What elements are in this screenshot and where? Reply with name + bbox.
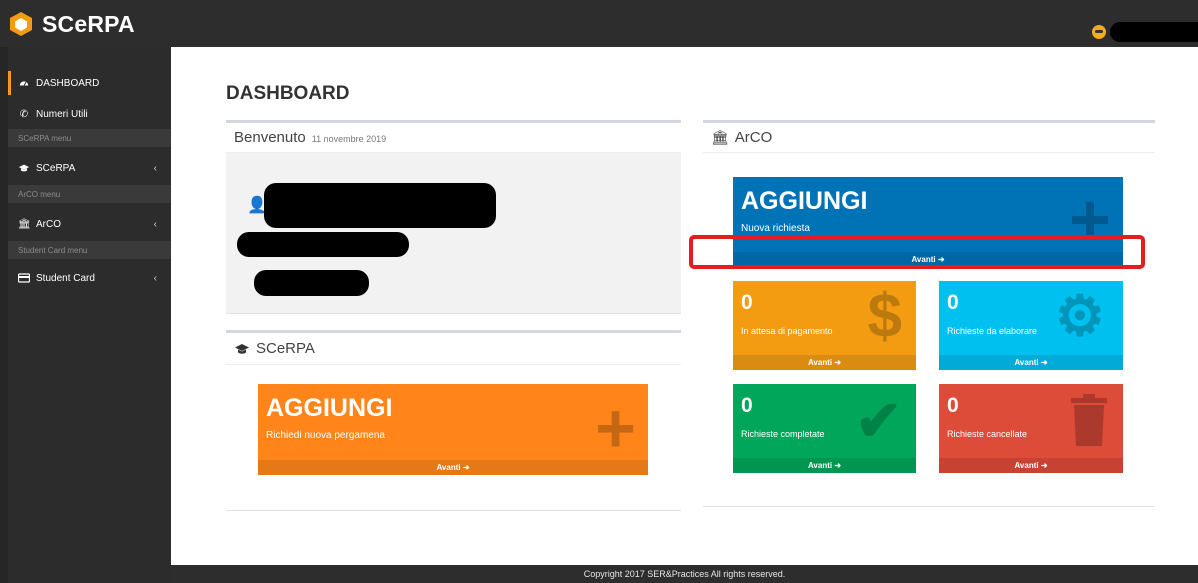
chevron-left-icon: ‹	[153, 162, 157, 174]
panel-divider	[703, 506, 1155, 507]
check-icon: ✔	[855, 389, 902, 452]
scerpa-panel: SCeRPA + AGGIUNGI Richiedi nuova pergame…	[226, 330, 681, 511]
page-title: DASHBOARD	[226, 83, 350, 104]
gears-icon: ⚙	[1054, 284, 1105, 347]
dashboard-icon	[19, 81, 29, 86]
sidebar-item-label: Numeri Utili	[36, 108, 88, 120]
brand-logo-icon	[10, 12, 32, 36]
arco-add-tile[interactable]: + AGGIUNGI Nuova richiesta Avanti ➜	[733, 177, 1123, 267]
welcome-panel-header: Benvenuto 11 novembre 2019	[226, 123, 681, 153]
chevron-left-icon: ‹	[153, 218, 157, 230]
tile-title: AGGIUNGI	[741, 187, 868, 215]
sidebar-item-dashboard[interactable]: DASHBOARD	[8, 71, 171, 95]
welcome-date: 11 novembre 2019	[311, 134, 387, 144]
plus-icon: +	[595, 389, 636, 467]
sidebar-header-scerpa: SCeRPA menu	[8, 129, 171, 147]
institution-icon: 🏛	[711, 129, 729, 145]
welcome-body: 👤	[226, 153, 681, 314]
user-name-redacted	[1110, 22, 1198, 42]
scerpa-panel-header: SCeRPA	[226, 333, 681, 365]
trash-icon	[1071, 394, 1107, 446]
tile-subtitle: Richiedi nuova pergamena	[266, 430, 385, 441]
app-window: SCeRPA DASHBOARD ✆ Numeri Utili SCeRPA m…	[0, 0, 1198, 583]
user-menu[interactable]	[1092, 22, 1198, 42]
arco-panel-header: 🏛 ArCO	[703, 123, 1155, 153]
panel-divider	[226, 510, 681, 511]
brand[interactable]: SCeRPA	[8, 10, 135, 38]
tile-count: 0	[947, 394, 959, 417]
institution-icon: 🏛	[18, 218, 31, 230]
sidebar-item-label: ArCO	[36, 218, 61, 230]
redacted-name	[264, 183, 496, 228]
chevron-left-icon: ‹	[153, 272, 157, 284]
tile-subtitle: Richieste da elaborare	[947, 326, 1038, 336]
scerpa-add-tile[interactable]: + AGGIUNGI Richiedi nuova pergamena Avan…	[258, 384, 648, 475]
tile-count: 0	[947, 291, 959, 314]
sidebar-header-arco: ArCO menu	[8, 185, 171, 203]
card-icon	[18, 273, 30, 283]
arco-panel: 🏛 ArCO + AGGIUNGI Nuova richiesta Avanti…	[703, 120, 1155, 507]
phone-icon: ✆	[19, 108, 29, 120]
welcome-panel: Benvenuto 11 novembre 2019 👤	[226, 120, 681, 320]
tile-avanti-link[interactable]: Avanti ➜	[939, 355, 1123, 370]
dollar-icon: $	[867, 282, 902, 351]
tile-subtitle: Richieste cancellate	[947, 429, 1028, 439]
tile-avanti-link[interactable]: Avanti ➜	[939, 458, 1123, 473]
sidebar-header-student-card: Student Card menu	[8, 241, 171, 259]
main-content: DASHBOARD Benvenuto 11 novembre 2019 👤 S…	[171, 47, 1198, 565]
graduation-cap-icon	[18, 164, 30, 172]
tile-avanti-link[interactable]: Avanti ➜	[733, 252, 1123, 267]
sidebar-edge	[0, 47, 8, 583]
copyright-footer: Copyright 2017 SER&Practices All rights …	[171, 565, 1198, 583]
plus-icon: +	[1068, 180, 1111, 260]
arco-pending-payment-tile[interactable]: $ 0 In attesa di pagamento Avanti ➜	[733, 281, 916, 370]
sidebar-item-label: SCeRPA	[36, 162, 76, 174]
sidebar-item-label: Student Card	[36, 272, 95, 284]
arco-cancelled-tile[interactable]: 0 Richieste cancellate Avanti ➜	[939, 384, 1123, 473]
arco-to-process-tile[interactable]: ⚙ 0 Richieste da elaborare Avanti ➜	[939, 281, 1123, 370]
tile-subtitle: In attesa di pagamento	[741, 326, 833, 336]
sidebar-item-student-card[interactable]: Student Card ‹	[8, 266, 171, 290]
sidebar: DASHBOARD ✆ Numeri Utili SCeRPA menu SCe…	[0, 47, 171, 583]
sidebar-item-numeri-utili[interactable]: ✆ Numeri Utili	[8, 102, 171, 126]
tile-title: AGGIUNGI	[266, 394, 393, 422]
tile-subtitle: Richieste completate	[741, 429, 825, 439]
tile-count: 0	[741, 291, 753, 314]
top-navbar: SCeRPA	[0, 0, 1198, 47]
sidebar-item-scerpa[interactable]: SCeRPA ‹	[8, 156, 171, 180]
tile-subtitle: Nuova richiesta	[741, 223, 810, 234]
tile-avanti-link[interactable]: Avanti ➜	[733, 458, 916, 473]
tile-avanti-link[interactable]: Avanti ➜	[258, 460, 648, 475]
arco-completed-tile[interactable]: ✔ 0 Richieste completate Avanti ➜	[733, 384, 916, 473]
arco-panel-title: ArCO	[734, 129, 773, 146]
tile-count: 0	[741, 394, 753, 417]
tile-avanti-link[interactable]: Avanti ➜	[733, 355, 916, 370]
sidebar-item-label: DASHBOARD	[36, 77, 100, 89]
welcome-title: Benvenuto	[234, 129, 306, 146]
brand-name: SCeRPA	[42, 10, 135, 37]
sidebar-item-arco[interactable]: 🏛 ArCO ‹	[8, 212, 171, 236]
redacted-info-2	[254, 270, 369, 296]
user-avatar-icon	[1092, 25, 1106, 39]
scerpa-panel-title: SCeRPA	[256, 340, 315, 357]
graduation-cap-icon	[235, 343, 249, 354]
redacted-info-1	[237, 232, 409, 257]
